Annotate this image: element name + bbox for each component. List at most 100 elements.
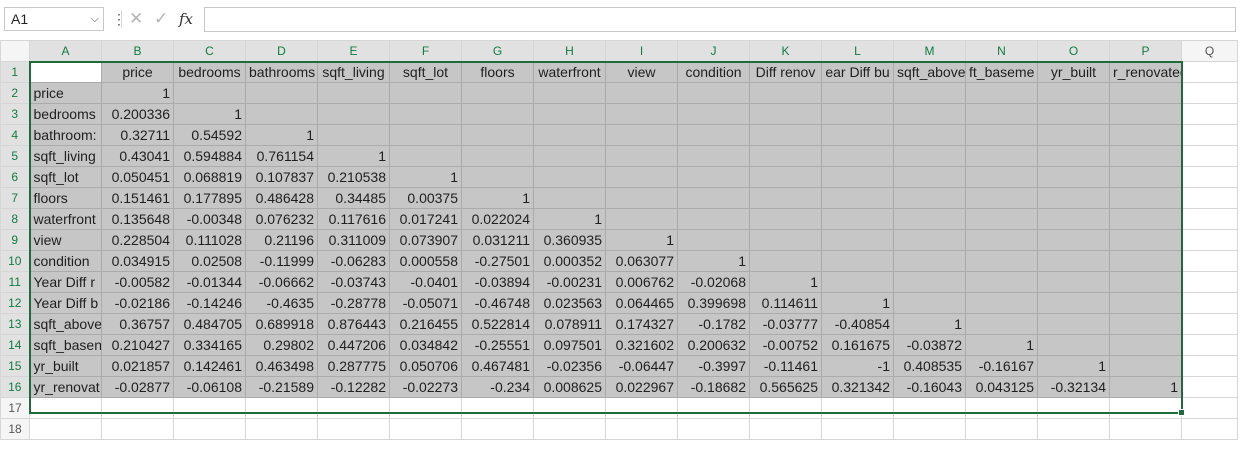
cell-G9[interactable]: 0.031211: [461, 229, 534, 251]
cell-I16[interactable]: 0.022967: [605, 376, 678, 398]
row-header-16[interactable]: 16: [0, 376, 31, 398]
cell-G8[interactable]: 0.022024: [461, 208, 534, 230]
cell-M4[interactable]: [893, 124, 966, 146]
cell-A2[interactable]: price: [29, 82, 102, 104]
column-header-A[interactable]: A: [29, 40, 102, 63]
cell-F3[interactable]: [389, 103, 462, 125]
cell-G13[interactable]: 0.522814: [461, 313, 534, 335]
cell-I15[interactable]: -0.06447: [605, 355, 678, 377]
cell-C15[interactable]: 0.142461: [173, 355, 246, 377]
cell-L2[interactable]: [821, 82, 894, 104]
cell-A18[interactable]: [29, 418, 102, 440]
cell-J14[interactable]: 0.200632: [677, 334, 750, 356]
cell-P14[interactable]: [1109, 334, 1182, 356]
cell-Q5[interactable]: [1181, 145, 1238, 167]
row-header-1[interactable]: 1: [0, 61, 31, 83]
cell-B7[interactable]: 0.151461: [101, 187, 174, 209]
cell-I13[interactable]: 0.174327: [605, 313, 678, 335]
cell-H16[interactable]: 0.008625: [533, 376, 606, 398]
cell-P7[interactable]: [1109, 187, 1182, 209]
cell-E4[interactable]: [317, 124, 390, 146]
cell-A7[interactable]: floors: [29, 187, 102, 209]
cell-P13[interactable]: [1109, 313, 1182, 335]
cell-O4[interactable]: [1037, 124, 1110, 146]
cell-M17[interactable]: [893, 397, 966, 419]
cell-D15[interactable]: 0.463498: [245, 355, 318, 377]
cell-B18[interactable]: [101, 418, 174, 440]
cell-Q18[interactable]: [1181, 418, 1238, 440]
cell-B12[interactable]: -0.02186: [101, 292, 174, 314]
cell-A15[interactable]: yr_built: [29, 355, 102, 377]
cell-M1[interactable]: sqft_above: [893, 61, 966, 83]
chevron-down-icon[interactable]: ⌵: [91, 8, 99, 30]
column-header-C[interactable]: C: [173, 40, 246, 63]
cell-I11[interactable]: 0.006762: [605, 271, 678, 293]
cell-I8[interactable]: [605, 208, 678, 230]
cell-P6[interactable]: [1109, 166, 1182, 188]
row-header-9[interactable]: 9: [0, 229, 31, 251]
cell-P15[interactable]: [1109, 355, 1182, 377]
cell-G10[interactable]: -0.27501: [461, 250, 534, 272]
row-header-7[interactable]: 7: [0, 187, 31, 209]
cell-H17[interactable]: [533, 397, 606, 419]
cell-K1[interactable]: Diff renov: [749, 61, 822, 83]
cell-M9[interactable]: [893, 229, 966, 251]
cell-J1[interactable]: condition: [677, 61, 750, 83]
cell-I14[interactable]: 0.321602: [605, 334, 678, 356]
cell-A14[interactable]: sqft_basen: [29, 334, 102, 356]
cell-O7[interactable]: [1037, 187, 1110, 209]
cell-F10[interactable]: 0.000558: [389, 250, 462, 272]
cell-A13[interactable]: sqft_above: [29, 313, 102, 335]
cell-E3[interactable]: [317, 103, 390, 125]
cell-P9[interactable]: [1109, 229, 1182, 251]
cell-F9[interactable]: 0.073907: [389, 229, 462, 251]
cell-K2[interactable]: [749, 82, 822, 104]
cell-D2[interactable]: [245, 82, 318, 104]
cell-D4[interactable]: 1: [245, 124, 318, 146]
cell-D16[interactable]: -0.21589: [245, 376, 318, 398]
cell-D13[interactable]: 0.689918: [245, 313, 318, 335]
cell-H5[interactable]: [533, 145, 606, 167]
cell-G5[interactable]: [461, 145, 534, 167]
cell-C14[interactable]: 0.334165: [173, 334, 246, 356]
cell-L7[interactable]: [821, 187, 894, 209]
cell-K16[interactable]: 0.565625: [749, 376, 822, 398]
cell-C2[interactable]: [173, 82, 246, 104]
cell-Q14[interactable]: [1181, 334, 1238, 356]
cell-B8[interactable]: 0.135648: [101, 208, 174, 230]
cell-L14[interactable]: 0.161675: [821, 334, 894, 356]
cell-E8[interactable]: 0.117616: [317, 208, 390, 230]
cell-O16[interactable]: -0.32134: [1037, 376, 1110, 398]
cell-M13[interactable]: 1: [893, 313, 966, 335]
cell-J17[interactable]: [677, 397, 750, 419]
column-header-E[interactable]: E: [317, 40, 390, 63]
cell-G7[interactable]: 1: [461, 187, 534, 209]
cell-I3[interactable]: [605, 103, 678, 125]
cell-F12[interactable]: -0.05071: [389, 292, 462, 314]
cell-G6[interactable]: [461, 166, 534, 188]
cell-N17[interactable]: [965, 397, 1038, 419]
formula-input[interactable]: [204, 7, 1236, 32]
cell-I12[interactable]: 0.064465: [605, 292, 678, 314]
cell-J12[interactable]: 0.399698: [677, 292, 750, 314]
cell-B1[interactable]: price: [101, 61, 174, 83]
cell-C8[interactable]: -0.00348: [173, 208, 246, 230]
cell-H4[interactable]: [533, 124, 606, 146]
cell-A16[interactable]: yr_renovat: [29, 376, 102, 398]
cell-Q16[interactable]: [1181, 376, 1238, 398]
cell-N3[interactable]: [965, 103, 1038, 125]
cell-K5[interactable]: [749, 145, 822, 167]
cell-O9[interactable]: [1037, 229, 1110, 251]
cell-A11[interactable]: Year Diff r: [29, 271, 102, 293]
cell-C18[interactable]: [173, 418, 246, 440]
cell-L16[interactable]: 0.321342: [821, 376, 894, 398]
cell-J3[interactable]: [677, 103, 750, 125]
cell-N7[interactable]: [965, 187, 1038, 209]
cell-H6[interactable]: [533, 166, 606, 188]
column-header-H[interactable]: H: [533, 40, 606, 63]
cell-A4[interactable]: bathroom:: [29, 124, 102, 146]
cell-P1[interactable]: r_renovated: [1109, 61, 1182, 83]
cell-F5[interactable]: [389, 145, 462, 167]
cell-P12[interactable]: [1109, 292, 1182, 314]
cell-F16[interactable]: -0.02273: [389, 376, 462, 398]
